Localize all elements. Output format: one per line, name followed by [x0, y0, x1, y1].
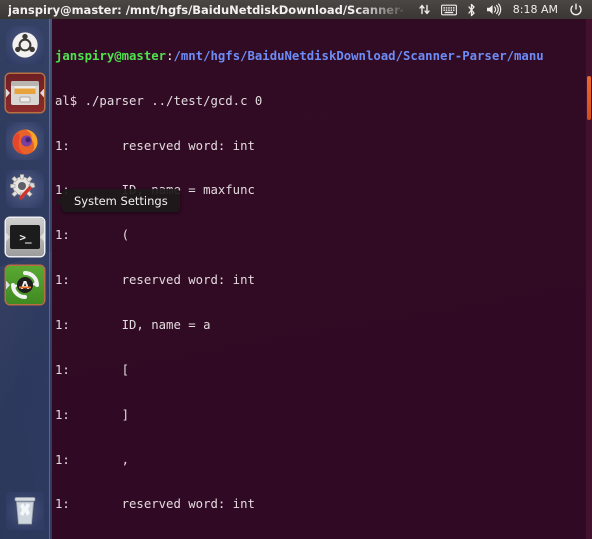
updater-icon: A — [6, 266, 44, 304]
prompt-path: /mnt/hgfs/BaiduNetdiskDownload/Scanner-P… — [173, 48, 544, 63]
terminal-line: 1: [ — [55, 362, 130, 377]
sidebar-item-terminal[interactable]: >_ — [6, 218, 44, 256]
terminal-line: 1: , — [55, 452, 130, 467]
unity-launcher: >_ A — [0, 19, 50, 539]
session-indicator[interactable] — [564, 0, 588, 19]
desktop-screen: manual test janspiry@master:/mnt/hgfs/Ba… — [0, 0, 592, 539]
tooltip-label: System Settings — [74, 193, 168, 208]
settings-icon — [6, 170, 44, 208]
terminal-icon: >_ — [6, 218, 44, 256]
terminal-window[interactable]: janspiry@master:/mnt/hgfs/BaiduNetdiskDo… — [52, 19, 592, 539]
firefox-icon — [6, 122, 44, 160]
window-title: janspiry@master: /mnt/hgfs/BaiduNetdiskD… — [8, 2, 403, 17]
terminal-scrollbar-thumb[interactable] — [587, 76, 591, 120]
svg-text:A: A — [21, 279, 30, 292]
clock-indicator[interactable]: 8:18 AM — [507, 3, 564, 16]
terminal-prompt-line: janspiry@master:/mnt/hgfs/BaiduNetdiskDo… — [55, 49, 592, 64]
terminal-output: janspiry@master:/mnt/hgfs/BaiduNetdiskDo… — [55, 19, 592, 539]
sidebar-item-software-updater[interactable]: A — [6, 266, 44, 304]
sidebar-item-dash-home[interactable] — [6, 26, 44, 64]
sidebar-item-system-settings[interactable] — [6, 170, 44, 208]
prompt-user-host: janspiry@master — [55, 48, 167, 63]
terminal-line: 1: reserved word: int — [55, 273, 255, 288]
files-icon — [6, 74, 44, 112]
indicator-area: 8:18 AM — [413, 0, 588, 19]
sidebar-item-firefox[interactable] — [6, 122, 44, 160]
sidebar-item-trash[interactable] — [6, 492, 44, 530]
volume-indicator[interactable] — [481, 0, 507, 19]
terminal-command-line: al$ ./parser ../test/gcd.c 0 — [55, 93, 263, 108]
network-indicator[interactable] — [413, 0, 436, 19]
terminal-line: 1: ] — [55, 407, 130, 422]
keyboard-indicator[interactable] — [436, 0, 462, 19]
terminal-line: 1: ID, name = a — [55, 317, 211, 332]
launcher-tooltip: System Settings — [56, 189, 180, 212]
ubuntu-icon — [6, 26, 44, 64]
bluetooth-indicator[interactable] — [462, 0, 481, 19]
terminal-glyph: >_ — [10, 225, 40, 249]
top-panel: janspiry@master: /mnt/hgfs/BaiduNetdiskD… — [0, 0, 592, 19]
terminal-line: 1: reserved word: int — [55, 138, 255, 153]
sidebar-item-files[interactable] — [6, 74, 44, 112]
terminal-line: 1: ( — [55, 228, 130, 243]
trash-icon — [6, 492, 44, 530]
terminal-line: 1: reserved word: int — [55, 497, 255, 512]
